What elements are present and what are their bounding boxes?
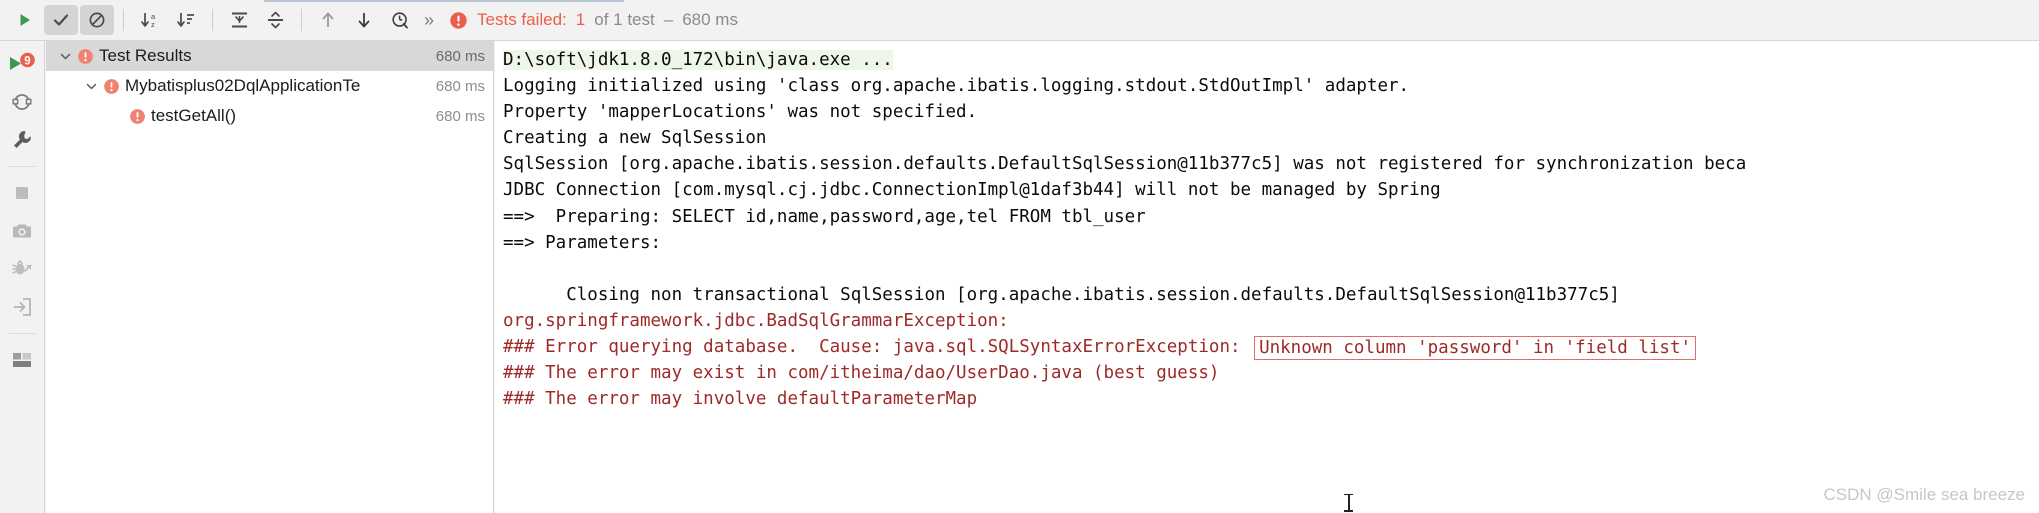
console-line: Property 'mapperLocations' was not speci… [503,102,978,123]
run-tool-window-button[interactable]: 9 [5,47,39,81]
import-button[interactable] [5,290,39,324]
test-status-bar: Tests failed: 1 of 1 test – 680 ms [449,10,738,30]
tests-failed-label: Tests failed: [477,10,567,29]
test-runner-toolbar: a z » Tests failed: 1 of 1 test – 680 ms [0,0,2039,41]
tree-row-duration: 680 ms [435,107,485,125]
console-line: JDBC Connection [com.mysql.cj.jdbc.Conne… [503,180,1441,201]
ignore-icon [89,12,105,28]
stop-button[interactable] [5,176,39,210]
console-line-text: D:\soft\jdk1.8.0_172\bin\java.exe ... [503,50,893,70]
highlighted-error-message: Unknown column 'password' in 'field list… [1254,336,1697,361]
console-line-text: ### Error querying database. Cause: java… [503,337,1252,358]
history-clock-icon [391,11,408,29]
expand-all-icon [231,12,247,28]
side-divider-1 [9,166,35,167]
console-line: Creating a new SqlSession [503,128,767,149]
sort-alpha-icon: a z [141,12,156,29]
tree-row-test-results[interactable]: Test Results 680 ms [46,41,493,71]
rerun-failed-button[interactable] [5,85,39,119]
watermark-label: CSDN @Smile sea breeze [1823,485,2026,504]
tree-row-test-class[interactable]: Mybatisplus02DqlApplicationTe 680 ms [46,71,493,101]
prev-failed-button[interactable] [311,5,345,35]
import-arrow-icon [14,298,31,316]
status-separator: – [663,10,674,29]
rerun-tests-button[interactable] [8,5,42,35]
svg-text:z: z [151,20,155,29]
test-results-tree[interactable]: Test Results 680 ms Mybatisplus02DqlAppl… [46,41,494,513]
tree-row-label: Mybatisplus02DqlApplicationTe [125,76,361,95]
console-line: Logging initialized using 'class org.apa… [503,76,1410,97]
test-failed-icon [126,108,148,125]
console-output[interactable]: D:\soft\jdk1.8.0_172\bin\java.exe ... Lo… [495,41,2039,513]
arrow-down-icon [358,13,370,28]
text-cursor-icon [1344,493,1353,512]
console-line: Closing non transactional SqlSession [or… [503,256,2039,512]
toolbar-separator-1 [123,9,124,31]
play-icon [20,14,30,26]
console-line-error: ### The error may involve defaultParamet… [503,389,978,410]
console-line: ==> Preparing: SELECT id,name,password,a… [503,206,1146,227]
rerun-circular-icon [12,94,32,110]
bug-export-icon [12,260,32,275]
console-line-error: org.springframework.jdbc.BadSqlGrammarEx… [503,310,1009,331]
debug-export-button[interactable] [5,252,39,286]
tests-total-label: of 1 test [594,10,655,29]
tree-row-label: testGetAll() [151,106,237,125]
tree-row-label: Test Results [99,46,192,65]
console-line: D:\soft\jdk1.8.0_172\bin\java.exe ... [503,47,2039,73]
test-history-button[interactable] [383,5,417,35]
console-line-error: ### The error may exist in com/itheima/d… [503,363,1220,384]
test-failed-icon [74,48,96,65]
show-ignored-button[interactable] [80,5,114,35]
toolbar-separator-2 [212,9,213,31]
sort-by-duration-button[interactable] [169,5,203,35]
chevron-down-icon[interactable] [82,81,100,92]
arrow-up-icon [322,12,334,27]
expand-all-button[interactable] [222,5,256,35]
show-passed-button[interactable] [44,5,78,35]
tests-failed-count: 1 [575,10,586,29]
left-tool-strip: 9 [0,41,45,513]
collapse-all-button[interactable] [258,5,292,35]
console-line: ==> Parameters: [503,232,662,253]
camera-icon [13,224,31,238]
screenshot-button[interactable] [5,214,39,248]
next-failed-button[interactable] [347,5,381,35]
sort-duration-icon [177,13,194,27]
check-icon [53,14,69,26]
toolbar-separator-3 [301,9,302,31]
layout-icon [13,353,31,367]
toolbar-overflow-button[interactable]: » [418,11,439,29]
collapse-all-icon [267,11,283,29]
run-badge-count: 9 [24,56,30,68]
sort-alphabetically-button[interactable]: a z [133,5,167,35]
stop-square-icon [16,187,28,199]
tree-row-duration: 680 ms [435,47,485,65]
wrench-icon [14,131,31,148]
chevron-down-icon[interactable] [56,51,74,62]
console-line: SqlSession [org.apache.ibatis.session.de… [503,154,1747,175]
console-line-error: ### Error querying database. Cause: java… [503,334,2039,361]
run-badge-9-icon: 9 [10,52,35,70]
test-runner-window: a z » Tests failed: 1 of 1 test – 680 ms… [0,0,2039,513]
layout-button[interactable] [5,343,39,377]
tree-row-duration: 680 ms [435,77,485,95]
tests-duration-label: 680 ms [682,10,738,29]
side-divider-2 [9,333,35,334]
window-top-accent-line [264,0,624,2]
error-circle-icon [450,11,467,29]
tree-row-test-method[interactable]: testGetAll() 680 ms [46,101,493,131]
settings-wrench-button[interactable] [5,123,39,157]
test-failed-icon [100,78,122,95]
